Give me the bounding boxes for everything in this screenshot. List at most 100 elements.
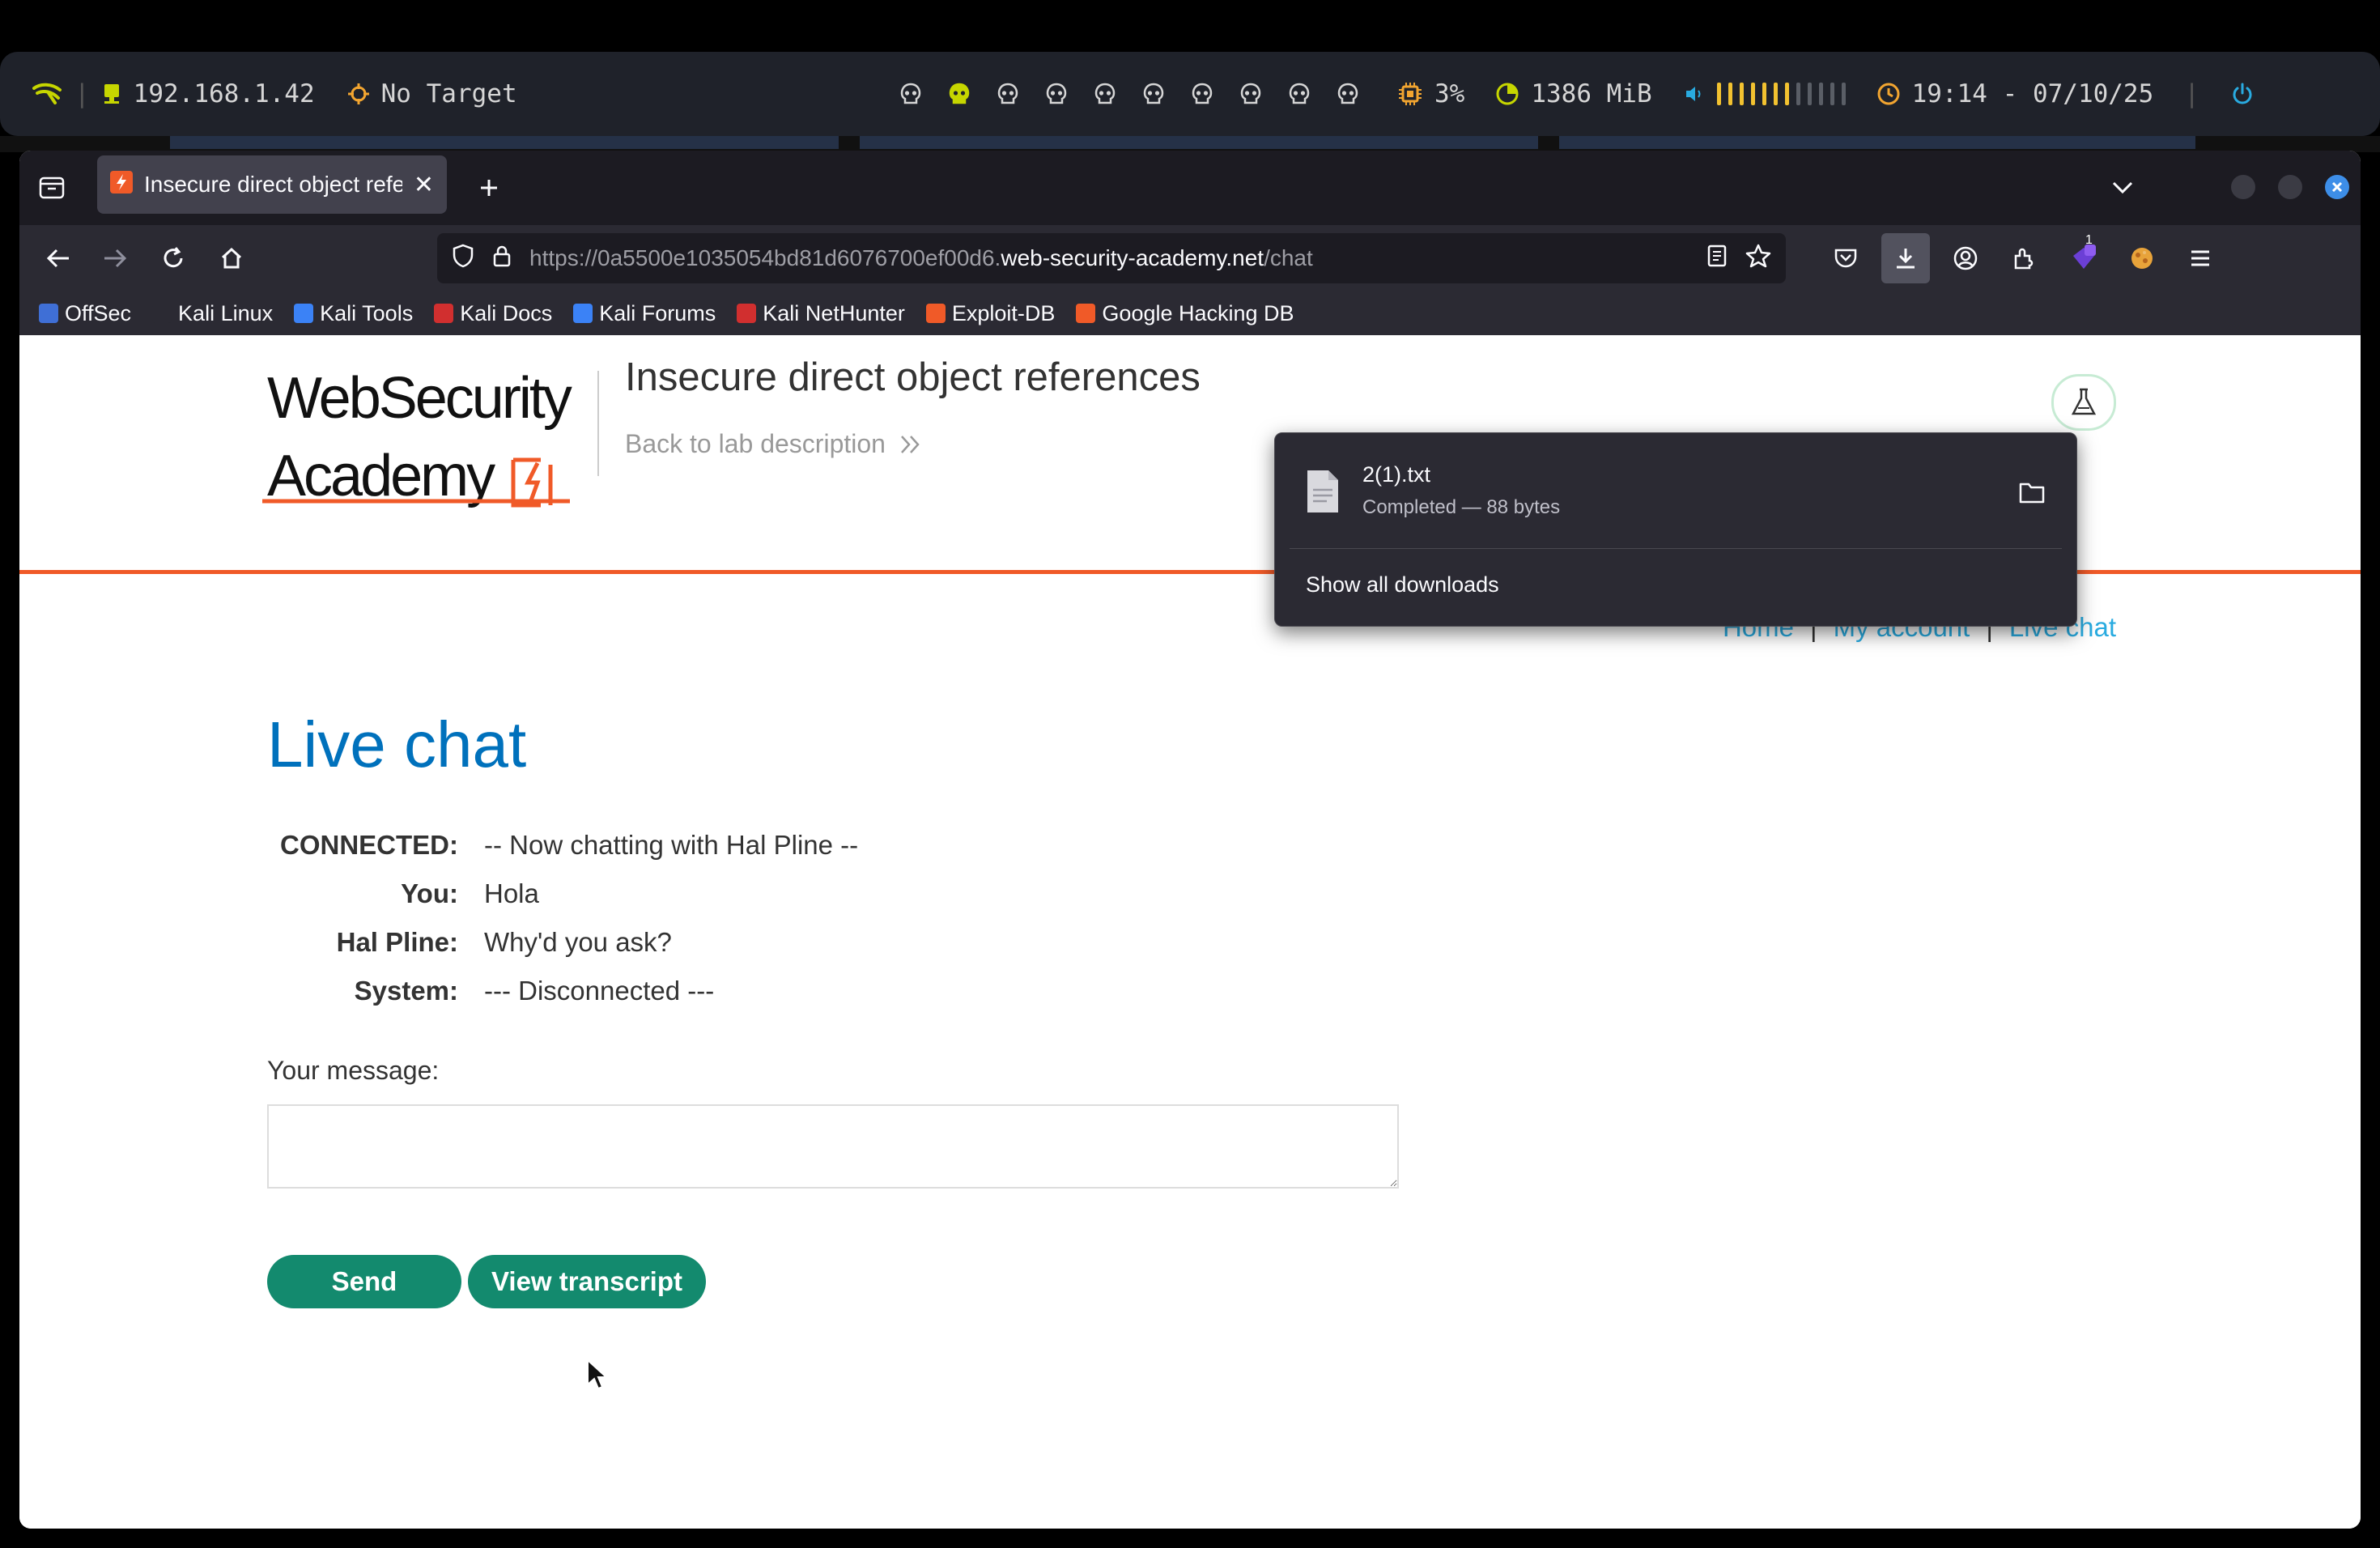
home-icon[interactable] [207,225,256,291]
url-path: /chat [1264,245,1313,270]
status-separator: | [2184,79,2199,108]
kali-menu-icon[interactable] [32,82,63,106]
chat-message-row: System: --- Disconnected --- [267,967,858,1015]
bookmark-item[interactable]: Kali NetHunter [737,301,905,326]
chat-message-row: CONNECTED: -- Now chatting with Hal Pline… [267,821,858,870]
chat-sender: CONNECTED: [280,830,458,860]
back-to-lab-link[interactable]: Back to lab description [625,429,923,459]
bookmark-item[interactable]: Kali Forums [573,301,716,326]
download-item[interactable]: 2(1).txt Completed — 88 bytes [1275,433,2076,546]
list-all-tabs-icon[interactable] [2098,151,2147,225]
chat-text: --- Disconnected --- [484,976,715,1006]
downloads-icon[interactable] [1881,233,1930,283]
open-folder-icon[interactable] [2018,480,2046,504]
chat-text: Hola [484,878,539,908]
bookmark-label: Exploit-DB [951,300,1056,325]
network-icon [101,82,122,106]
volume-level-meter[interactable] [1716,83,1846,105]
bookmark-item[interactable]: Kali Linux [152,301,273,326]
status-right: 3% 1386 MiB 19:14 - 07/10/25 | [1397,52,2255,136]
reader-view-icon[interactable] [1706,245,1728,273]
firefox-view-icon[interactable] [28,151,76,225]
kali-docs-icon [434,304,454,323]
bookmark-label: Kali Docs [460,300,553,325]
workspace-skull-icon[interactable] [1093,82,1117,106]
url-bar[interactable]: https://0a5500e1035054bd81d6076700ef00d6… [437,233,1786,283]
cpu-usage: 3% [1434,79,1465,108]
workspace-skull-icon[interactable] [1336,82,1360,106]
download-status: Completed — 88 bytes [1362,496,1561,518]
chat-sender: Hal Pline: [336,927,458,957]
workspace-skull-icon[interactable] [1044,82,1069,106]
bookmark-item[interactable]: Exploit-DB [925,300,1056,326]
send-button[interactable]: Send [267,1255,461,1308]
workspace-skull-icon[interactable] [947,82,971,106]
ip-address: 192.168.1.42 [133,79,315,108]
power-icon[interactable] [2230,82,2255,106]
minimize-window-icon[interactable] [2231,175,2255,199]
target-status: No Target [380,79,517,108]
volume-bar [1728,83,1732,105]
url-prefix: https://0a5500e1035054bd81d6076700ef00d6… [529,245,1001,270]
workspace-skull-icon[interactable] [1190,82,1214,106]
workspace-skull-icon[interactable] [899,82,923,106]
maximize-window-icon[interactable] [2278,175,2302,199]
volume-bar [1807,83,1812,105]
bookmark-item[interactable]: Kali Tools [294,301,413,326]
browser-window: Insecure direct object references ✕ [19,151,2361,1529]
tab-bar: Insecure direct object references ✕ [19,151,2361,225]
double-chevron-right-icon [901,435,920,453]
target-icon [347,83,370,105]
page-title: Live chat [267,708,527,780]
chat-text: -- Now chatting with Hal Pline -- [484,830,859,860]
kali-dragon-icon [152,304,172,323]
chat-message-row: Hal Pline: Why'd you ask? [267,918,858,967]
tab-title: Insecure direct object references [144,172,402,197]
web-security-academy-logo[interactable]: WebSecurity Academy [262,359,572,515]
chat-text: Why'd you ask? [484,927,672,957]
bookmark-item[interactable]: OffSec [39,301,131,326]
kali-forums-icon [573,304,593,323]
reload-icon[interactable] [149,225,198,291]
bookmark-label: Google Hacking DB [1102,300,1294,325]
pocket-icon[interactable] [1821,225,1870,291]
volume-icon[interactable] [1683,83,1706,105]
extension-cookie-icon[interactable] [2118,225,2166,291]
tab-close-icon[interactable]: ✕ [414,171,434,199]
new-tab-icon[interactable] [465,151,513,225]
volume-bar [1784,83,1789,105]
tab-active[interactable]: Insecure direct object references ✕ [97,155,447,214]
close-window-icon[interactable] [2325,175,2349,199]
bookmark-star-icon[interactable] [1745,244,1771,274]
extension-purple-icon[interactable]: 1 [2059,225,2108,291]
workspace-switcher [899,52,1360,136]
app-menu-icon[interactable] [2176,225,2225,291]
extensions-icon[interactable] [2000,225,2048,291]
back-icon[interactable] [34,225,83,291]
clock: 19:14 - 07/10/25 [1911,79,2154,108]
url-domain: web-security-academy.net [1001,245,1264,270]
workspace-skull-icon[interactable] [1287,82,1311,106]
volume-bar [1830,83,1834,105]
workspace-skull-icon[interactable] [1239,82,1263,106]
workspace-skull-icon[interactable] [996,82,1020,106]
navigation-toolbar: https://0a5500e1035054bd81d6076700ef00d6… [19,225,2361,291]
workspace-skull-icon[interactable] [1141,82,1166,106]
tracking-shield-icon[interactable] [452,244,474,274]
lock-icon[interactable] [492,244,512,274]
account-icon[interactable] [1941,225,1990,291]
mouse-cursor-icon [586,1358,609,1395]
cpu-icon [1397,81,1423,107]
forward-icon[interactable] [91,225,139,291]
download-file-name: 2(1).txt [1362,462,1431,487]
exploit-db-icon [925,304,946,323]
bookmark-item[interactable]: Google Hacking DB [1076,301,1294,326]
nethunter-icon [737,304,757,323]
show-all-downloads-link[interactable]: Show all downloads [1306,572,1499,598]
extension-badge: 1 [2085,233,2093,247]
view-transcript-button[interactable]: View transcript [468,1255,706,1308]
url-text[interactable]: https://0a5500e1035054bd81d6076700ef00d6… [529,245,1313,271]
message-input[interactable] [267,1104,1399,1189]
bookmark-item[interactable]: Kali Docs [434,301,552,326]
flask-icon [2071,388,2097,415]
